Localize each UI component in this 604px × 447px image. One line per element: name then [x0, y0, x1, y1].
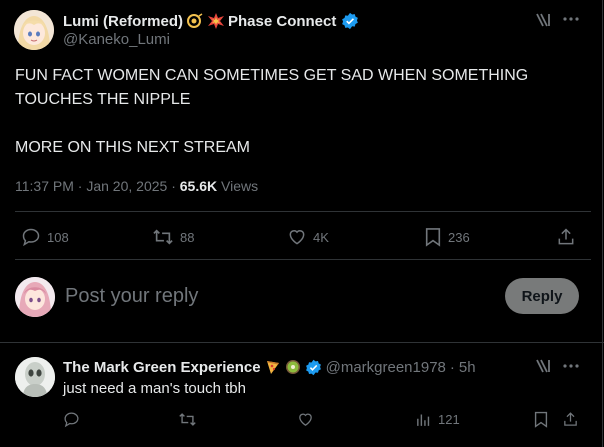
- repost-icon: [152, 227, 174, 247]
- verified-badge-icon: [305, 359, 322, 376]
- bookmark-action[interactable]: 236: [424, 227, 470, 247]
- heart-icon: [287, 227, 307, 247]
- analytics-icon: [415, 411, 432, 428]
- divider: [0, 342, 604, 343]
- tweet-text: FUN FACT WOMEN CAN SOMETIMES GET SAD WHE…: [15, 64, 590, 160]
- reply-views-action[interactable]: 121: [415, 411, 460, 428]
- reply-input[interactable]: Post your reply: [65, 285, 198, 308]
- views-count: 65.6K: [179, 178, 218, 194]
- reply-icon: [63, 411, 80, 428]
- reply-count: 108: [47, 229, 69, 245]
- bookmark-icon: [424, 227, 442, 247]
- pizza-emoji-icon: [265, 359, 281, 375]
- alien-avatar-icon: [15, 357, 55, 397]
- verified-badge-icon: [341, 12, 359, 30]
- reply-action[interactable]: 108: [21, 227, 69, 247]
- bookmark-count: 236: [448, 229, 470, 245]
- meta-separator: ·: [449, 358, 455, 376]
- reply-age[interactable]: 5h: [459, 359, 476, 376]
- column-border: [602, 0, 603, 447]
- tweet-text-line: FUN FACT WOMEN CAN SOMETIMES GET SAD WHE…: [15, 67, 529, 84]
- divider: [15, 211, 591, 212]
- repost-action[interactable]: 88: [152, 227, 194, 247]
- reply-repost-action[interactable]: [178, 411, 197, 428]
- views-label: Views: [221, 178, 259, 194]
- heart-icon: [297, 411, 314, 428]
- like-action[interactable]: 4K: [287, 227, 329, 247]
- reply-icon: [21, 227, 41, 247]
- reply-author-handle[interactable]: @markgreen1978: [326, 359, 446, 376]
- share-icon: [556, 227, 576, 247]
- reply-author-name[interactable]: The Mark Green Experience: [63, 359, 261, 376]
- like-count: 4K: [313, 229, 329, 245]
- grok-icon[interactable]: [535, 11, 553, 29]
- repost-icon: [178, 411, 197, 428]
- anime-girl-pink-avatar-icon: [15, 277, 55, 317]
- tweet-date[interactable]: Jan 20, 2025: [86, 178, 167, 194]
- reply-share-action[interactable]: [562, 411, 579, 428]
- anime-girl-avatar-icon: [14, 10, 54, 50]
- kiwi-emoji-icon: [285, 359, 301, 375]
- grok-icon[interactable]: [535, 357, 553, 375]
- reply-reply-action[interactable]: [63, 411, 80, 428]
- reply-text: just need a man's touch tbh: [63, 380, 246, 397]
- divider: [15, 259, 591, 260]
- bookmark-icon: [533, 411, 549, 428]
- more-options-icon[interactable]: [563, 17, 579, 21]
- more-options-icon[interactable]: [563, 364, 579, 368]
- share-action[interactable]: [556, 227, 576, 247]
- tweet-meta: 11:37 PM · Jan 20, 2025 · 65.6K Views: [15, 178, 259, 194]
- reply-button[interactable]: Reply: [505, 278, 579, 314]
- dizzy-emoji-icon: [186, 13, 204, 29]
- collision-emoji-icon: [207, 13, 225, 29]
- tweet-text-line: MORE ON THIS NEXT STREAM: [15, 139, 250, 156]
- reply-bookmark-action[interactable]: [533, 411, 549, 428]
- reply-author-avatar[interactable]: [15, 357, 55, 397]
- author-handle[interactable]: @Kaneko_Lumi: [63, 31, 170, 48]
- repost-count: 88: [180, 229, 195, 245]
- share-icon: [562, 411, 579, 428]
- reply-views-count: 121: [438, 412, 460, 427]
- author-name-suffix[interactable]: Phase Connect: [228, 13, 336, 30]
- reply-like-action[interactable]: [297, 411, 314, 428]
- current-user-avatar[interactable]: [15, 277, 55, 317]
- tweet-text-line: TOUCHES THE NIPPLE: [15, 91, 191, 108]
- author-name[interactable]: Lumi (Reformed): [63, 13, 183, 30]
- author-avatar[interactable]: [14, 10, 54, 50]
- tweet-time[interactable]: 11:37 PM: [15, 178, 74, 194]
